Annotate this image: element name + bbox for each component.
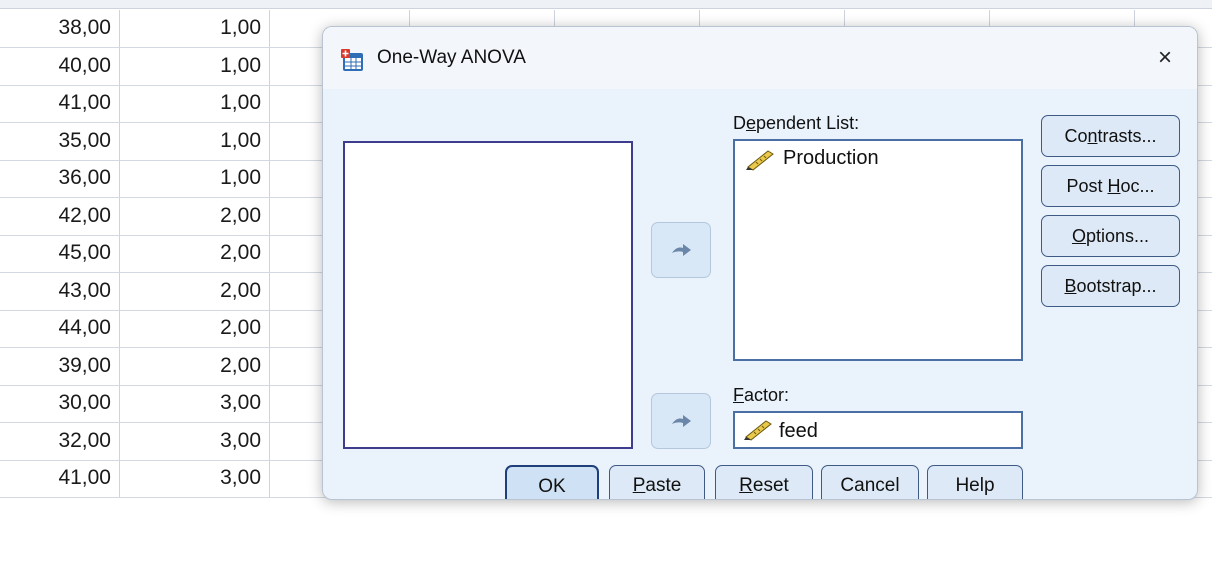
bootstrap-button[interactable]: Bootstrap...	[1041, 265, 1180, 307]
table-cell[interactable]: 1,00	[120, 122, 270, 160]
factor-field[interactable]: feed	[733, 411, 1023, 449]
table-cell[interactable]: 32,00	[0, 422, 120, 460]
table-cell[interactable]: 36,00	[0, 160, 120, 197]
table-cell[interactable]: 30,00	[0, 385, 120, 422]
factor-label: Factor:	[733, 385, 790, 405]
table-cell[interactable]: 3,00	[120, 422, 270, 460]
post-hoc-button[interactable]: Post Hoc...	[1041, 165, 1180, 207]
table-cell[interactable]: 42,00	[0, 197, 120, 235]
right-arrow-icon	[672, 415, 691, 427]
dependent-list-box[interactable]: Production	[733, 139, 1023, 361]
right-arrow-icon	[672, 244, 691, 256]
table-cell[interactable]: 39,00	[0, 347, 120, 385]
close-button[interactable]: ×	[1147, 41, 1183, 75]
table-cell[interactable]: 1,00	[120, 160, 270, 197]
dependent-list-label: Dependent List:	[733, 113, 860, 133]
table-cell[interactable]: 2,00	[120, 272, 270, 310]
dialog-title: One-Way ANOVA	[377, 47, 526, 68]
ruler-pencil-icon	[744, 420, 772, 441]
dependent-variable-name: Production	[783, 147, 879, 169]
table-cell[interactable]: 2,00	[120, 310, 270, 347]
dialog-titlebar: One-Way ANOVA ×	[323, 27, 1197, 89]
one-way-anova-dialog: One-Way ANOVA × Dependent List: Producti…	[322, 26, 1198, 500]
move-to-factor-button[interactable]	[651, 393, 711, 449]
reset-button[interactable]: Reset	[715, 465, 813, 499]
cancel-button[interactable]: Cancel	[821, 465, 919, 499]
help-button[interactable]: Help	[927, 465, 1023, 499]
source-variable-list[interactable]	[343, 141, 633, 449]
table-cell[interactable]: 2,00	[120, 347, 270, 385]
move-to-dependent-button[interactable]	[651, 222, 711, 278]
table-cell[interactable]: 38,00	[0, 10, 120, 47]
options-button[interactable]: Options...	[1041, 215, 1180, 257]
ruler-pencil-icon	[746, 150, 774, 171]
table-cell[interactable]: 43,00	[0, 272, 120, 310]
paste-button[interactable]: Paste	[609, 465, 705, 499]
table-cell[interactable]: 1,00	[120, 85, 270, 122]
table-cell[interactable]: 41,00	[0, 85, 120, 122]
grid-header-strip	[0, 0, 1212, 9]
factor-variable-name: feed	[779, 420, 818, 442]
ok-button[interactable]: OK	[505, 465, 599, 499]
table-cell[interactable]: 3,00	[120, 460, 270, 497]
spss-dialog-icon	[341, 49, 363, 71]
table-cell[interactable]: 2,00	[120, 235, 270, 272]
contrasts-button[interactable]: Contrasts...	[1041, 115, 1180, 157]
table-cell[interactable]: 44,00	[0, 310, 120, 347]
table-cell[interactable]: 1,00	[120, 10, 270, 47]
table-cell[interactable]: 40,00	[0, 47, 120, 85]
table-cell[interactable]: 45,00	[0, 235, 120, 272]
table-cell[interactable]: 35,00	[0, 122, 120, 160]
table-cell[interactable]: 3,00	[120, 385, 270, 422]
table-cell[interactable]: 2,00	[120, 197, 270, 235]
table-cell[interactable]: 1,00	[120, 47, 270, 85]
table-cell[interactable]: 41,00	[0, 460, 120, 497]
